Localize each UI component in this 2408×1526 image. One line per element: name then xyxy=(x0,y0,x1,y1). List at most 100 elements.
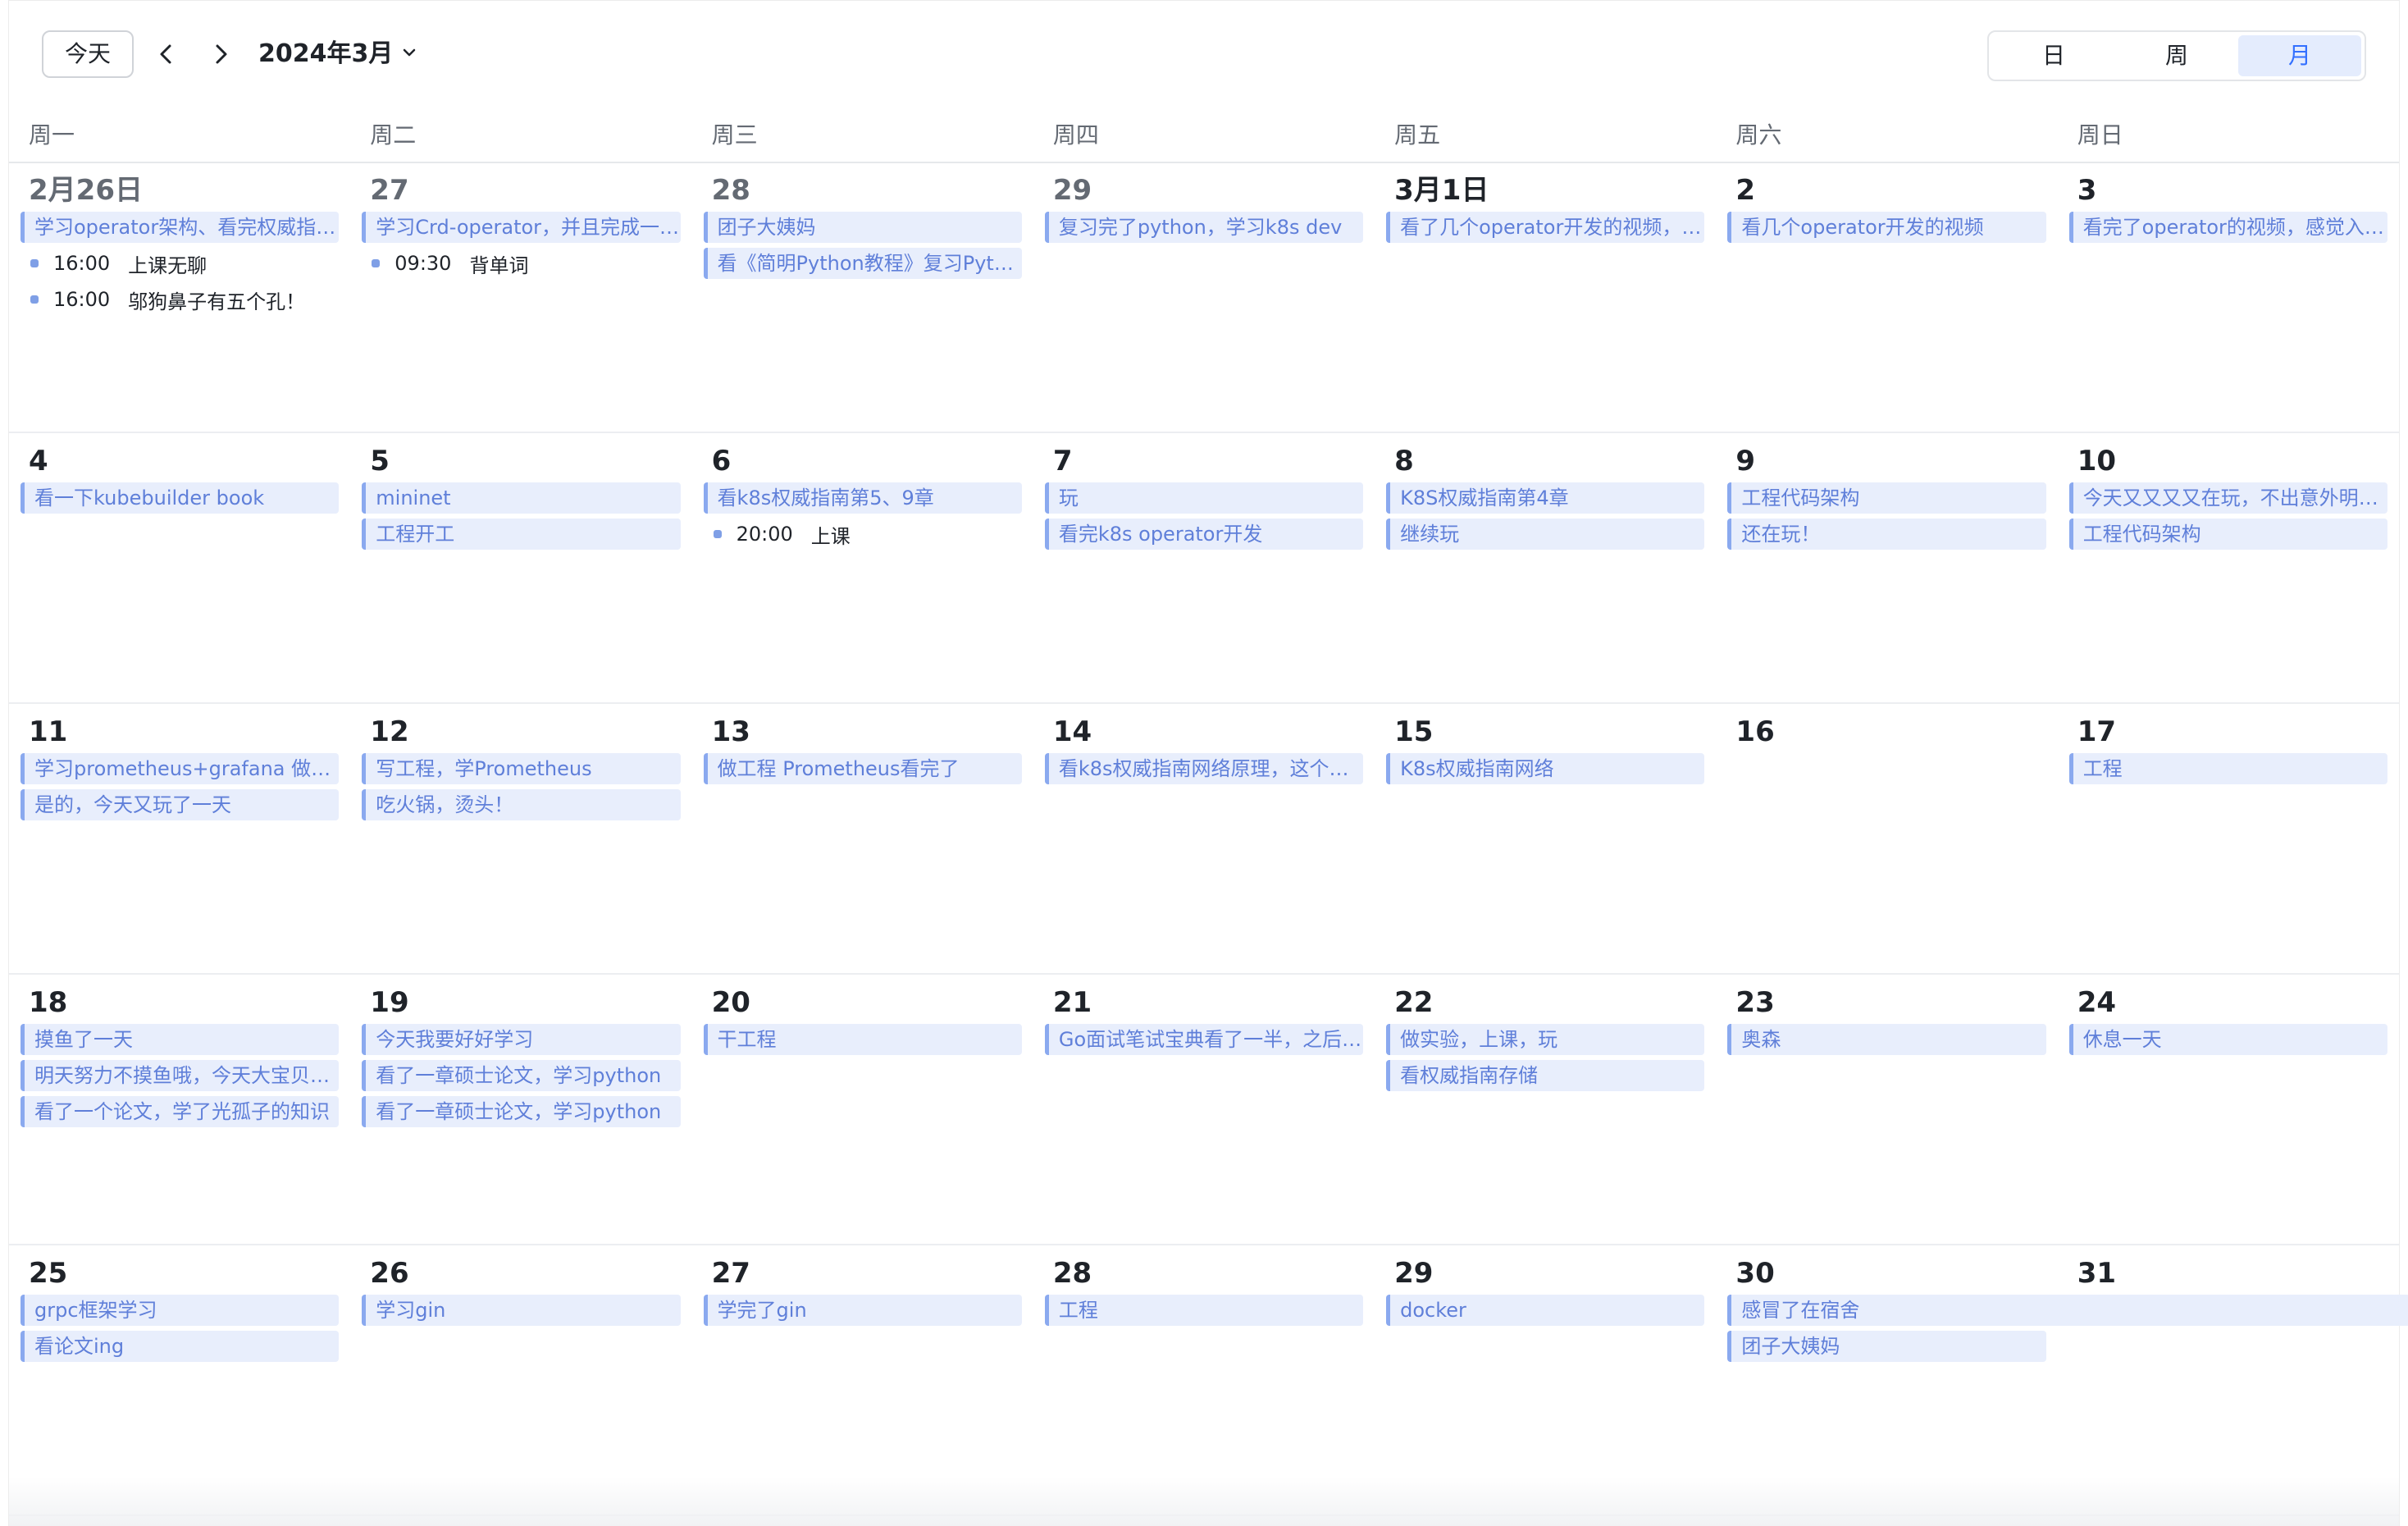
day-cell[interactable]: 28 团子大姨妈 看《简明Python教程》复习Python xyxy=(692,162,1033,432)
day-cell[interactable]: 18 摸鱼了一天 明天努力不摸鱼哦，今天大宝贝运动了 看了一个论文，学了光孤子的知识 xyxy=(9,975,350,1244)
event-chip[interactable]: 做实验，上课，玩 xyxy=(1386,1024,1705,1055)
event-chip[interactable]: 看权威指南存储 xyxy=(1386,1060,1705,1091)
timed-event[interactable]: 16:00 邬狗鼻子有五个孔！ xyxy=(21,284,339,315)
multi-day-event-chip[interactable]: 感冒了在宿舍 xyxy=(1727,1295,2408,1326)
day-cell[interactable]: 19 今天我要好好学习 看了一章硕士论文，学习python 看了一章硕士论文，学习py… xyxy=(350,975,691,1244)
day-cell[interactable]: 23 奥森 xyxy=(1716,975,2057,1244)
day-cell[interactable]: 25 grpc框架学习 看论文ing xyxy=(9,1245,350,1515)
event-chip[interactable]: 写工程，学Prometheus xyxy=(362,753,681,784)
day-cell[interactable]: 9 工程代码架构 还在玩！ xyxy=(1716,433,2057,702)
event-chip[interactable]: 看了一章硕士论文，学习python xyxy=(362,1096,681,1127)
event-chip[interactable]: 看了一章硕士论文，学习python xyxy=(362,1060,681,1091)
event-chip[interactable]: K8S权威指南第4章 xyxy=(1386,482,1705,514)
day-cell[interactable]: 3月1日看了几个operator开发的视频，感觉还行 xyxy=(1375,162,1716,432)
event-chip[interactable]: 学完了gin xyxy=(703,1295,1022,1326)
event-chip[interactable]: 工程代码架构 xyxy=(1727,482,2046,514)
event-chip[interactable]: 玩 xyxy=(1044,482,1364,514)
event-chip[interactable]: 干工程 xyxy=(703,1024,1022,1055)
weekday-label: 周日 xyxy=(2077,121,2123,148)
day-cell[interactable]: 2月26日学习operator架构、看完权威指南第三章16:00上课无聊16:0… xyxy=(9,162,350,432)
day-cell[interactable]: 20 干工程 xyxy=(692,975,1033,1244)
day-cell[interactable]: 27 学完了gin xyxy=(692,1245,1033,1515)
timed-event[interactable]: 16:00 上课无聊 xyxy=(21,248,339,279)
day-cell[interactable]: 30 感冒了在宿舍 团子大姨妈 xyxy=(1716,1245,2408,1515)
event-chip[interactable]: 还在玩！ xyxy=(1727,519,2046,550)
event-chip[interactable]: 学习Crd-operator，并且完成一个小项目 xyxy=(362,212,681,243)
view-month-tab[interactable]: 月 xyxy=(2238,35,2361,76)
event-chip[interactable]: 学习prometheus+grafana 做工程 xyxy=(21,753,340,784)
event-chip[interactable]: 是的，今天又玩了一天 xyxy=(21,789,340,820)
day-cell[interactable]: 26 学习gin xyxy=(350,1245,691,1515)
day-cell[interactable]: 13 做工程 Prometheus看完了 xyxy=(692,704,1033,973)
day-cell[interactable]: 7 玩看完k8s operator开发 xyxy=(1033,433,1375,702)
day-cell[interactable]: 17 工程 xyxy=(2058,704,2399,973)
event-chip[interactable]: 做工程 Prometheus看完了 xyxy=(703,753,1022,784)
day-cell[interactable]: 24 休息一天 xyxy=(2058,975,2399,1244)
event-chip[interactable]: 看论文ing xyxy=(21,1331,340,1362)
day-cell[interactable]: 16 xyxy=(1716,704,2057,973)
day-cell[interactable]: 29 复习完了python，学习k8s dev xyxy=(1033,162,1375,432)
day-cell[interactable]: 15 K8s权威指南网络 xyxy=(1375,704,1716,973)
event-chip[interactable]: 休息一天 xyxy=(2068,1024,2387,1055)
month-label: 2024年3月 xyxy=(258,39,394,68)
day-cell[interactable]: 10 今天又又又又在玩，不出意外明天也在玩工程代码架构 xyxy=(2058,433,2399,702)
event-chip[interactable]: 学习gin xyxy=(362,1295,681,1326)
event-chip[interactable]: 看一下kubebuilder book xyxy=(21,482,340,514)
event-chip[interactable]: 今天又又又又在玩，不出意外明天也在玩 xyxy=(2068,482,2387,514)
event-chip[interactable]: 看了几个operator开发的视频，感觉还行 xyxy=(1386,212,1705,243)
day-cell[interactable]: 12 写工程，学Prometheus 吃火锅，烫头！ xyxy=(350,704,691,973)
event-chip[interactable]: 看几个operator开发的视频 xyxy=(1727,212,2046,243)
day-cell[interactable]: 28 工程 xyxy=(1033,1245,1375,1515)
next-month-button[interactable] xyxy=(201,34,240,75)
event-chip[interactable]: 看k8s权威指南第5、9章 xyxy=(703,482,1022,514)
day-cell[interactable]: 4 看一下kubebuilder book xyxy=(9,433,350,702)
event-chip[interactable]: 明天努力不摸鱼哦，今天大宝贝运动了 xyxy=(21,1060,340,1091)
event-chip[interactable]: Go面试笔试宝典看了一半，之后继续看 xyxy=(1044,1024,1364,1055)
event-chip[interactable]: 团子大姨妈 xyxy=(1727,1331,2046,1362)
event-time: 09:30 xyxy=(394,252,452,275)
day-cell[interactable]: 29 docker xyxy=(1375,1245,1716,1515)
day-cell[interactable]: 27 学习Crd-operator，并且完成一个小项目 09:30 背单词 xyxy=(350,162,691,432)
day-cell[interactable]: 5 mininet 工程开工 xyxy=(350,433,691,702)
event-chip[interactable]: grpc框架学习 xyxy=(21,1295,340,1326)
event-chip[interactable]: 看完了operator的视频，感觉入门了 xyxy=(2068,212,2387,243)
event-chip[interactable]: 看完k8s operator开发 xyxy=(1044,519,1364,550)
day-cell[interactable]: 6 看k8s权威指南第5、9章 20:00 上课 xyxy=(692,433,1033,702)
day-cell[interactable]: 8 K8S权威指南第4章 继续玩 xyxy=(1375,433,1716,702)
view-week-tab[interactable]: 周 xyxy=(2115,35,2238,76)
month-picker[interactable]: 2024年3月 xyxy=(258,34,419,75)
day-cell[interactable]: 14 看k8s权威指南网络原理，这个月要看完 xyxy=(1033,704,1375,973)
timed-event[interactable]: 20:00 上课 xyxy=(704,519,1022,550)
event-chip[interactable]: 工程开工 xyxy=(362,519,681,550)
event-chip[interactable]: 看k8s权威指南网络原理，这个月要看完 xyxy=(1044,753,1364,784)
event-chip[interactable]: 继续玩 xyxy=(1386,519,1705,550)
week-row: 25 grpc框架学习 看论文ing 26 学习gin 27 学完了gin 28 工程 29 doc… xyxy=(9,1245,2408,1516)
prev-month-button[interactable] xyxy=(147,34,186,75)
week-row: 11 学习prometheus+grafana 做工程 是的，今天又玩了一天 12 写工… xyxy=(9,704,2399,975)
event-chip[interactable]: 学习operator架构、看完权威指南第三章 xyxy=(21,212,340,243)
event-chip[interactable]: 今天我要好好学习 xyxy=(362,1024,681,1055)
event-chip[interactable]: 工程代码架构 xyxy=(2068,519,2387,550)
event-chip[interactable]: 工程 xyxy=(2068,753,2387,784)
event-chip[interactable]: mininet xyxy=(362,482,681,514)
event-chip[interactable]: 工程 xyxy=(1044,1295,1364,1326)
event-chip[interactable]: 团子大姨妈 xyxy=(703,212,1022,243)
day-number: 16 xyxy=(1735,715,1775,748)
event-chip[interactable]: 奥森 xyxy=(1727,1024,2046,1055)
view-day-tab[interactable]: 日 xyxy=(1992,35,2115,76)
event-chip[interactable]: 复习完了python，学习k8s dev xyxy=(1044,212,1364,243)
event-chip[interactable]: 摸鱼了一天 xyxy=(21,1024,340,1055)
day-cell[interactable]: 31 xyxy=(2058,1245,2399,1515)
event-chip[interactable]: docker xyxy=(1386,1295,1705,1326)
event-chip[interactable]: K8s权威指南网络 xyxy=(1386,753,1705,784)
day-cell[interactable]: 21 Go面试笔试宝典看了一半，之后继续看 xyxy=(1033,975,1375,1244)
event-chip[interactable]: 看了一个论文，学了光孤子的知识 xyxy=(21,1096,340,1127)
timed-event[interactable]: 09:30 背单词 xyxy=(362,248,680,279)
day-cell[interactable]: 11 学习prometheus+grafana 做工程 是的，今天又玩了一天 xyxy=(9,704,350,973)
event-chip[interactable]: 看《简明Python教程》复习Python xyxy=(703,248,1022,279)
day-cell[interactable]: 22 做实验，上课，玩 看权威指南存储 xyxy=(1375,975,1716,1244)
day-cell[interactable]: 3 看完了operator的视频，感觉入门了 xyxy=(2058,162,2399,432)
day-cell[interactable]: 2 看几个operator开发的视频 xyxy=(1716,162,2057,432)
event-chip[interactable]: 吃火锅，烫头！ xyxy=(362,789,681,820)
today-button[interactable]: 今天 xyxy=(42,30,134,78)
